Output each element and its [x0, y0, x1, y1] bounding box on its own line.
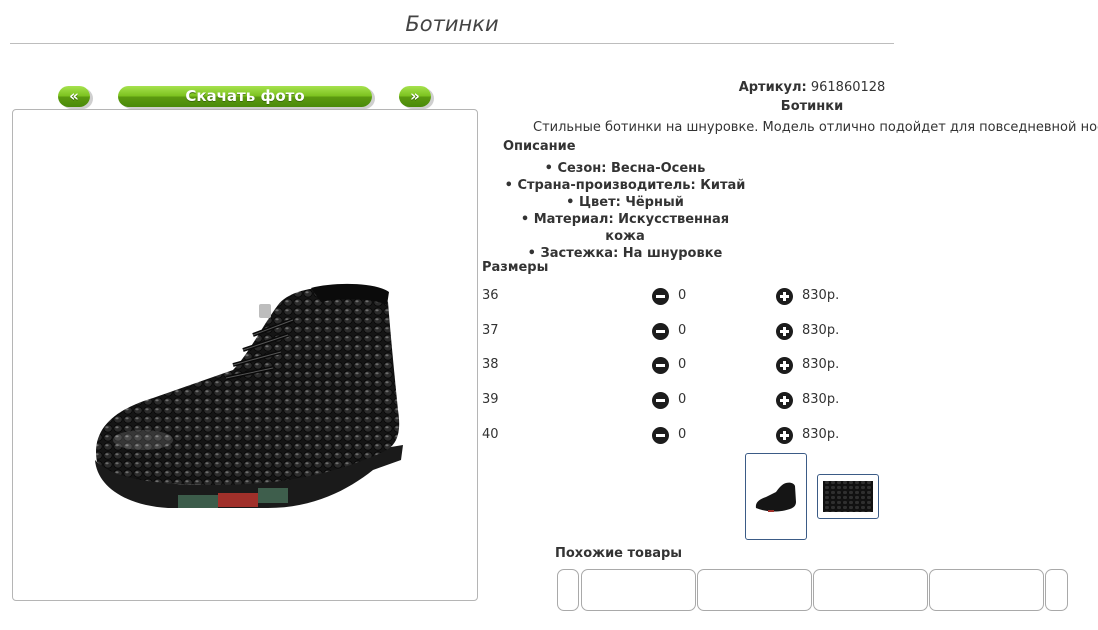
size-quantity: 0 [678, 323, 687, 338]
product-name: Ботинки [780, 99, 844, 114]
similar-product-card[interactable] [929, 569, 1044, 611]
plus-circle-icon[interactable] [776, 357, 793, 374]
feature-item: Цвет: Чёрный [500, 194, 750, 211]
similar-product-card[interactable] [813, 569, 928, 611]
sizes-heading: Размеры [482, 260, 549, 275]
size-value: 40 [482, 427, 499, 442]
size-price: 830р. [802, 288, 840, 303]
next-photo-button[interactable]: » [399, 86, 431, 107]
page-title: Ботинки [405, 12, 499, 36]
product-short-description: Стильные ботинки на шнуровке. Модель отл… [533, 120, 1098, 135]
article-line: Артикул: 961860128 [702, 80, 922, 95]
plus-circle-icon[interactable] [776, 427, 793, 444]
size-row: 38 0 830р. [482, 355, 882, 375]
size-value: 37 [482, 323, 499, 338]
size-quantity: 0 [678, 288, 687, 303]
product-photo[interactable] [12, 109, 478, 601]
size-row: 39 0 830р. [482, 390, 882, 410]
size-row: 40 0 830р. [482, 425, 882, 445]
minus-circle-icon[interactable] [652, 357, 669, 374]
prev-photo-button[interactable]: « [58, 86, 90, 107]
similar-product-card[interactable] [581, 569, 696, 611]
size-value: 36 [482, 288, 499, 303]
similar-product-card[interactable] [697, 569, 812, 611]
description-heading: Описание [503, 139, 576, 154]
similar-product-card[interactable] [557, 569, 579, 611]
feature-item: Сезон: Весна-Осень [500, 160, 750, 177]
plus-circle-icon[interactable] [776, 288, 793, 305]
boot-image [95, 283, 403, 508]
size-quantity: 0 [678, 392, 687, 407]
photo-thumbnail[interactable] [817, 474, 879, 519]
size-value: 38 [482, 357, 499, 372]
similar-product-card[interactable] [1045, 569, 1068, 611]
feature-item: Страна-производитель: Китай [500, 177, 750, 194]
title-divider [10, 43, 894, 44]
download-photo-button[interactable]: Скачать фото [118, 86, 372, 107]
similar-products-heading: Похожие товары [555, 546, 683, 561]
minus-circle-icon[interactable] [652, 288, 669, 305]
article-label: Артикул: [738, 80, 807, 95]
size-row: 37 0 830р. [482, 321, 882, 341]
plus-circle-icon[interactable] [776, 392, 793, 409]
size-price: 830р. [802, 323, 840, 338]
texture-thumbnail-image [823, 481, 873, 512]
minus-circle-icon[interactable] [652, 392, 669, 409]
article-value: 961860128 [810, 80, 886, 95]
minus-circle-icon[interactable] [652, 323, 669, 340]
feature-item: Материал: Искусственная кожа [500, 211, 750, 245]
size-quantity: 0 [678, 357, 687, 372]
boot-thumbnail-image [755, 482, 796, 512]
minus-circle-icon[interactable] [652, 427, 669, 444]
size-price: 830р. [802, 392, 840, 407]
feature-list: Сезон: Весна-Осень Страна-производитель:… [500, 160, 750, 262]
size-price: 830р. [802, 427, 840, 442]
size-quantity: 0 [678, 427, 687, 442]
size-value: 39 [482, 392, 499, 407]
size-price: 830р. [802, 357, 840, 372]
plus-circle-icon[interactable] [776, 323, 793, 340]
size-row: 36 0 830р. [482, 286, 882, 306]
photo-thumbnail[interactable] [745, 453, 807, 540]
